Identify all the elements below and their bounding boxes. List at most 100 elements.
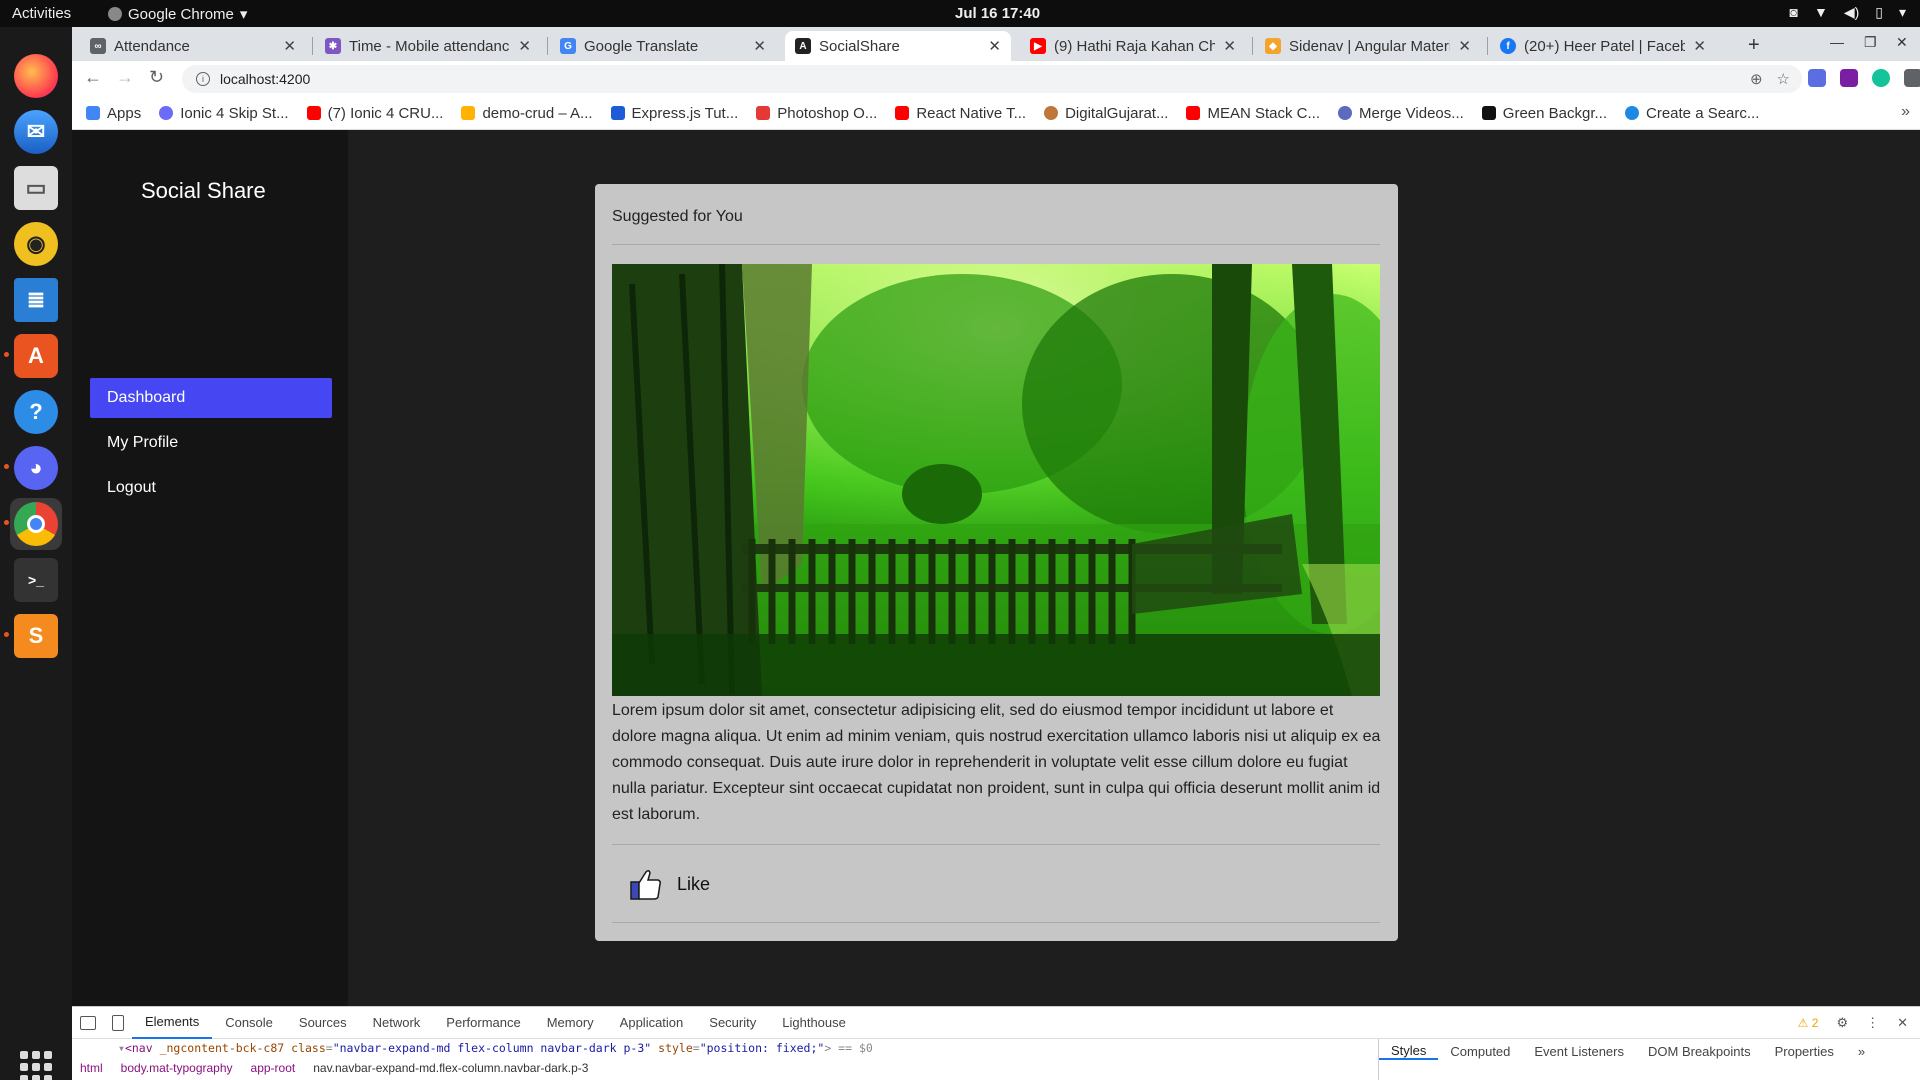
close-icon[interactable]: ✕ <box>1458 37 1471 55</box>
dom-tree-selected-node[interactable]: ▾<nav _ngcontent-bck-c87 class="navbar-e… <box>118 1041 873 1055</box>
zoom-icon[interactable]: ⊕ <box>1750 70 1763 88</box>
devtools-menu-icon[interactable]: ⋮ <box>1866 1015 1879 1031</box>
sidebar-tab-properties[interactable]: Properties <box>1763 1044 1846 1059</box>
reload-icon[interactable]: ↻ <box>149 67 164 88</box>
dock-files[interactable]: ▭ <box>10 162 62 214</box>
sidebar-tab-event-listeners[interactable]: Event Listeners <box>1522 1044 1636 1059</box>
power-menu-icon[interactable]: ▾ <box>1899 4 1906 21</box>
tab-time-mobile-attendance[interactable]: ✱ Time - Mobile attendance ✕ <box>315 31 541 61</box>
device-toolbar-icon[interactable] <box>112 1014 124 1031</box>
sidebar-tab-computed[interactable]: Computed <box>1438 1044 1522 1059</box>
dock-thunderbird[interactable]: ✉ <box>10 106 62 158</box>
devtools-tab-performance[interactable]: Performance <box>433 1007 533 1039</box>
dock-terminal[interactable]: >_ <box>10 554 62 606</box>
close-icon[interactable]: ✕ <box>518 37 531 55</box>
grammarly-icon[interactable] <box>1872 69 1890 87</box>
close-icon[interactable]: ✕ <box>283 37 296 55</box>
devtools-close-icon[interactable]: ✕ <box>1897 1015 1908 1031</box>
show-applications-icon[interactable] <box>20 1051 52 1080</box>
bookmark-item[interactable]: Merge Videos... <box>1338 105 1464 122</box>
new-tab-icon[interactable]: + <box>1748 34 1760 57</box>
clock[interactable]: Jul 16 17:40 <box>955 5 1040 22</box>
activities-button[interactable]: Activities <box>12 5 71 22</box>
like-button[interactable]: Like <box>629 867 710 901</box>
restore-icon[interactable]: ❐ <box>1864 34 1877 51</box>
tab-attendance[interactable]: ∞ Attendance ✕ <box>80 31 306 61</box>
tab-google-translate[interactable]: G Google Translate ✕ <box>550 31 776 61</box>
tab-facebook[interactable]: f (20+) Heer Patel | Facebo ✕ <box>1490 31 1716 61</box>
tab-socialshare[interactable]: A SocialShare ✕ <box>785 31 1011 61</box>
tab-youtube[interactable]: ▶ (9) Hathi Raja Kahan Chal ✕ <box>1020 31 1246 61</box>
app-menu[interactable]: Google Chrome ▾ <box>108 5 247 23</box>
breadcrumb-item[interactable]: nav.navbar-expand-md.flex-column.navbar-… <box>313 1061 588 1075</box>
devtools-tab-lighthouse[interactable]: Lighthouse <box>769 1007 859 1039</box>
dock-discord[interactable]: ◕ <box>10 442 62 494</box>
window-close-icon[interactable]: ✕ <box>1896 34 1908 51</box>
close-icon[interactable]: ✕ <box>988 37 1001 55</box>
wifi-icon[interactable]: ▼ <box>1814 4 1828 21</box>
bookmarks-overflow-icon[interactable]: » <box>1901 103 1910 121</box>
search-engine-icon <box>1625 106 1639 120</box>
firebase-icon <box>461 106 476 120</box>
devtools-tab-elements[interactable]: Elements <box>132 1007 213 1039</box>
system-tray[interactable]: ◙ ▼ ◀) ▯ ▾ <box>1789 4 1906 21</box>
forward-icon[interactable]: → <box>116 67 134 88</box>
breadcrumb-item[interactable]: html <box>80 1061 103 1075</box>
post-image <box>612 264 1380 696</box>
card-header: Suggested for You <box>612 208 743 225</box>
dock-rhythmbox[interactable]: ◉ <box>10 218 62 270</box>
more-tabs-icon[interactable]: » <box>1846 1044 1877 1059</box>
devtools-tab-memory[interactable]: Memory <box>534 1007 607 1039</box>
bookmark-apps[interactable]: Apps <box>86 105 141 122</box>
bookmark-item[interactable]: React Native T... <box>895 105 1026 122</box>
running-indicator <box>4 632 9 637</box>
dock-software[interactable]: A <box>10 330 62 382</box>
bookmark-item[interactable]: Express.js Tut... <box>610 105 738 122</box>
close-icon[interactable]: ✕ <box>753 37 766 55</box>
dock-writer[interactable]: ≣ <box>10 274 62 326</box>
close-icon[interactable]: ✕ <box>1693 37 1706 55</box>
volume-icon[interactable]: ◀) <box>1844 4 1859 21</box>
devtools-tab-sources[interactable]: Sources <box>286 1007 360 1039</box>
breadcrumb-item[interactable]: body.mat-typography <box>121 1061 233 1075</box>
bookmark-item[interactable]: Green Backgr... <box>1481 105 1607 122</box>
bookmark-item[interactable]: Photoshop O... <box>756 105 877 122</box>
bookmark-item[interactable]: (7) Ionic 4 CRU... <box>306 105 443 122</box>
sidebar-tab-styles[interactable]: Styles <box>1379 1043 1439 1060</box>
devtools-tab-application[interactable]: Application <box>607 1007 697 1039</box>
nav-logout[interactable]: Logout <box>90 468 332 508</box>
discord-tray-icon[interactable]: ◙ <box>1789 4 1797 21</box>
devtools-tab-network[interactable]: Network <box>360 1007 434 1039</box>
puzzle-extensions-icon[interactable] <box>1904 69 1920 87</box>
nav-dashboard[interactable]: Dashboard <box>90 378 332 418</box>
dock-chrome[interactable] <box>10 498 62 550</box>
inspect-element-icon[interactable] <box>80 1015 96 1030</box>
bookmark-item[interactable]: DigitalGujarat... <box>1044 105 1168 122</box>
back-icon[interactable]: ← <box>84 67 102 88</box>
warnings-badge[interactable]: ⚠ 2 <box>1798 1016 1819 1030</box>
sidebar-tab-dom-breakpoints[interactable]: DOM Breakpoints <box>1636 1044 1763 1059</box>
bookmark-item[interactable]: MEAN Stack C... <box>1186 105 1320 122</box>
dock-firefox[interactable] <box>10 50 62 102</box>
close-icon[interactable]: ✕ <box>1223 37 1236 55</box>
minimize-icon[interactable]: — <box>1830 34 1844 50</box>
address-bar[interactable]: i localhost:4200 ⊕ ☆ <box>182 65 1802 93</box>
dock-sublime[interactable]: S <box>10 610 62 662</box>
nav-my-profile[interactable]: My Profile <box>90 423 332 463</box>
tab-sidenav-angular-material[interactable]: ◆ Sidenav | Angular Materia ✕ <box>1255 31 1481 61</box>
bookmark-item[interactable]: Ionic 4 Skip St... <box>159 105 289 122</box>
screen-extension-icon[interactable] <box>1840 69 1858 87</box>
site-info-icon[interactable]: i <box>196 72 210 86</box>
dock-help[interactable]: ? <box>10 386 62 438</box>
bookmark-star-icon[interactable]: ☆ <box>1777 70 1790 88</box>
devtools-tab-console[interactable]: Console <box>212 1007 286 1039</box>
bookmark-item[interactable]: demo-crud – A... <box>461 105 593 122</box>
breadcrumb-item[interactable]: app-root <box>251 1061 296 1075</box>
battery-icon[interactable]: ▯ <box>1875 4 1883 21</box>
bookmark-item[interactable]: Create a Searc... <box>1625 105 1759 122</box>
translate-extension-icon[interactable] <box>1808 69 1826 87</box>
devtools-tab-security[interactable]: Security <box>696 1007 769 1039</box>
warning-count: 2 <box>1811 1016 1819 1030</box>
settings-gear-icon[interactable]: ⚙ <box>1836 1015 1848 1031</box>
forest-scene-image <box>612 264 1380 696</box>
